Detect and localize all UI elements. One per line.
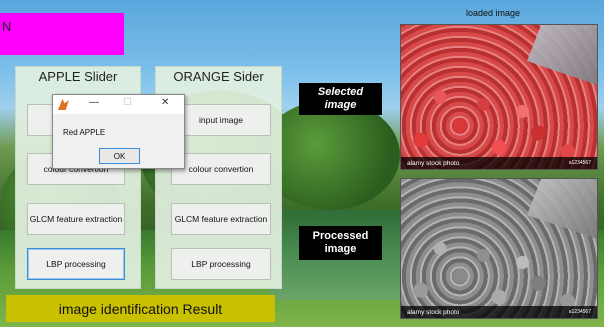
watermark: alamy stock photo a1234567 — [401, 306, 597, 318]
watermark-id: a1234567 — [568, 309, 591, 315]
header-block: N — [0, 13, 124, 55]
maximize-icon[interactable]: ☐ — [123, 97, 132, 108]
message-dialog: — ☐ ✕ Red APPLE OK — [52, 94, 185, 169]
watermark: alamy stock photo a1234567 — [401, 157, 597, 169]
dialog-message: Red APPLE — [63, 128, 106, 137]
processed-label-line2: image — [324, 243, 357, 255]
dialog-titlebar: — ☐ ✕ — [53, 95, 184, 114]
orange-colour-convertion-button[interactable]: colour convertion — [171, 153, 271, 185]
header-fragment: N — [2, 19, 12, 34]
selected-image: alamy stock photo a1234567 — [400, 24, 598, 170]
processed-image: alamy stock photo a1234567 — [400, 178, 598, 319]
processed-image-label: Processed image — [299, 226, 382, 260]
machine-parts — [527, 25, 597, 85]
matlab-icon — [58, 99, 69, 110]
processed-label-line1: Processed — [312, 230, 369, 242]
selected-label-line1: Selected — [317, 86, 364, 98]
orange-panel-title: ORANGE Sider — [173, 69, 264, 84]
orange-input-image-button[interactable]: input image — [171, 104, 271, 136]
apple-lbp-button[interactable]: LBP processing — [27, 248, 125, 280]
orange-lbp-button[interactable]: LBP processing — [171, 248, 271, 280]
close-icon[interactable]: ✕ — [161, 97, 169, 108]
apple-glcm-button[interactable]: GLCM feature extraction — [27, 203, 125, 235]
apple-panel-title: APPLE Slider — [38, 69, 118, 84]
loaded-image-label: loaded image — [466, 8, 521, 18]
ok-button[interactable]: OK — [99, 148, 140, 164]
minimize-icon[interactable]: — — [89, 97, 99, 108]
watermark-text: alamy stock photo — [407, 159, 460, 167]
orange-glcm-button[interactable]: GLCM feature extraction — [171, 203, 271, 235]
selected-image-label: Selected image — [299, 83, 382, 115]
selected-label-line2: image — [324, 99, 357, 111]
watermark-id: a1234567 — [568, 160, 591, 166]
watermark-text: alamy stock photo — [407, 308, 460, 316]
result-bar: image identification Result — [6, 295, 275, 322]
machine-parts — [527, 179, 597, 239]
